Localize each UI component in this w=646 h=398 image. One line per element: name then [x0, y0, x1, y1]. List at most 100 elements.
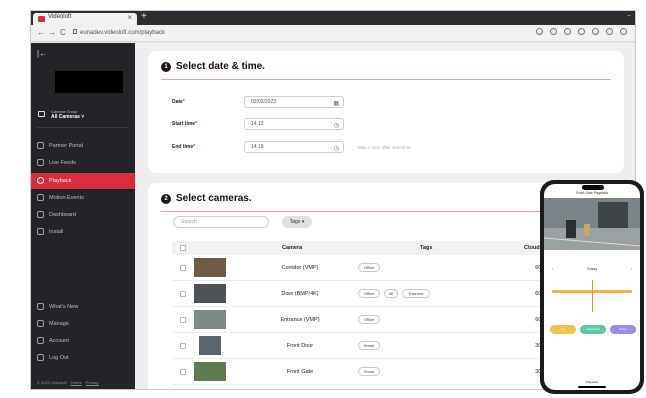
phone-video-feed[interactable] — [544, 198, 640, 250]
extension-icon[interactable] — [564, 28, 571, 35]
phone-title: Front Gate Playback — [576, 191, 608, 195]
camera-group-selector[interactable]: Camera Group All Cameras ˅ — [35, 107, 131, 123]
step-number-badge: 1 — [161, 61, 171, 72]
camera-search-input[interactable]: Search — [173, 216, 269, 228]
sidebar-item-playback[interactable]: Playback — [31, 173, 135, 189]
tag-pill: Office — [358, 263, 380, 272]
collapse-sidebar-icon[interactable]: |← — [37, 49, 47, 58]
end-time-value: 14:18 — [251, 144, 264, 150]
phone-clip-button[interactable]: Clip — [550, 325, 576, 334]
profile-icon[interactable] — [606, 28, 613, 35]
sidebar-item-label: What's New — [49, 304, 79, 310]
sidebar-item-partner-portal[interactable]: Partner Portal — [31, 138, 135, 154]
url-field[interactable]: eunadev.videoloft.com/playback — [73, 28, 533, 39]
url-text: eunadev.videoloft.com/playback — [80, 30, 165, 36]
start-time-label: Start time* — [172, 121, 198, 127]
row-checkbox[interactable] — [180, 265, 186, 271]
forward-button[interactable]: → — [48, 28, 56, 37]
row-checkbox[interactable] — [180, 369, 186, 375]
date-label: Date* — [172, 99, 185, 105]
sidebar-item-label: Manage — [49, 321, 69, 327]
row-checkbox[interactable] — [180, 343, 186, 349]
row-checkbox[interactable] — [180, 291, 186, 297]
motion-icon — [37, 194, 44, 201]
phone-home-indicator — [578, 386, 606, 388]
next-day-icon[interactable]: › — [631, 266, 632, 271]
sidebar-divider — [37, 127, 129, 128]
end-time-field[interactable]: 14:18 ◷ — [244, 141, 344, 153]
column-header-tags: Tags — [420, 245, 433, 251]
camera-thumbnail — [194, 284, 226, 303]
start-time-field[interactable]: 14:13 ◷ — [244, 118, 344, 130]
privacy-link[interactable]: Privacy — [86, 380, 99, 385]
copyright-text: © 2023 Videoloft — [37, 380, 67, 385]
user-icon — [37, 337, 44, 344]
camera-thumbnail — [194, 362, 226, 381]
sidebar-item-whats-new[interactable]: What's New — [31, 299, 135, 315]
sidebar-item-log-out[interactable]: Log Out — [31, 350, 135, 366]
start-time-value: 14:13 — [251, 121, 264, 127]
sidebar-item-label: Install — [49, 229, 64, 235]
date-field[interactable]: 02/02/2023 ▦ — [244, 96, 344, 108]
select-all-checkbox[interactable] — [180, 245, 186, 251]
phone-download-button[interactable]: Download — [580, 325, 606, 334]
sidebar-item-label: Motion Events — [49, 195, 84, 201]
camera-name: Entrance (VMP) — [280, 317, 320, 323]
end-time-label: End time* — [172, 144, 196, 150]
sidebar-item-live-feeds[interactable]: Live Feeds — [31, 155, 135, 171]
tab-close-icon[interactable]: × — [127, 13, 132, 22]
sidebar-item-label: Log Out — [49, 355, 69, 361]
logo-placeholder — [55, 71, 123, 93]
sidebar-item-label: Playback — [49, 178, 72, 184]
calendar-icon[interactable]: ▦ — [333, 99, 339, 109]
phone-timeline-marker[interactable] — [592, 280, 593, 312]
sidebar-item-dashboard[interactable]: Dashboard — [31, 207, 135, 223]
camera-thumbnail — [199, 336, 221, 355]
logout-icon — [37, 354, 44, 361]
camera-name: Front Gate — [286, 369, 314, 375]
back-button[interactable]: ← — [37, 28, 45, 37]
camera-thumbnail — [194, 258, 226, 277]
dashboard-icon — [37, 211, 44, 218]
sidebar-item-manage[interactable]: Manage — [31, 316, 135, 332]
reload-button[interactable]: C — [60, 28, 66, 37]
puzzle-icon[interactable] — [578, 28, 585, 35]
phone-bottom-label: Playback — [585, 380, 599, 384]
camera-group-value: All Cameras ˅ — [51, 114, 85, 120]
clock-icon[interactable]: ◷ — [334, 144, 339, 154]
new-tab-button[interactable]: + — [141, 11, 147, 23]
sidebar-item-label: Live Feeds — [49, 160, 76, 166]
sidebar-item-label: Dashboard — [49, 212, 76, 218]
sidebar-item-label: Partner Portal — [49, 143, 83, 149]
sidebar-item-account[interactable]: Account — [31, 333, 135, 349]
terms-link[interactable]: Terms — [71, 380, 82, 385]
section-divider — [161, 211, 591, 212]
sidebar: |← Camera Group All Cameras ˅ Partner Po… — [31, 43, 135, 389]
minimize-window-button[interactable]: – — [627, 12, 631, 19]
sidepanel-icon[interactable] — [592, 28, 599, 35]
phone-share-button[interactable]: Share — [610, 325, 636, 334]
section-1-title: Select date & time. — [176, 61, 265, 72]
browser-tab[interactable]: Videoloft × — [33, 13, 137, 25]
gear-icon — [37, 320, 44, 327]
sidebar-item-install[interactable]: Install — [31, 224, 135, 240]
end-time-hint: Max 1 hour after start time — [358, 145, 411, 150]
camera-name: Front Door — [286, 343, 314, 349]
clock-icon[interactable]: ◷ — [334, 121, 339, 131]
camera-group-icon — [38, 111, 45, 117]
megaphone-icon — [37, 303, 44, 310]
camera-thumbnail — [194, 310, 226, 329]
tab-strip: Videoloft × + – — [31, 11, 635, 25]
section-2-header: 2 Select cameras. — [161, 193, 252, 204]
clock-icon — [37, 177, 44, 184]
step-number-badge: 2 — [161, 193, 171, 204]
menu-icon[interactable] — [620, 28, 627, 35]
row-checkbox[interactable] — [180, 317, 186, 323]
share-icon[interactable] — [536, 28, 543, 35]
phone-screen: Front Gate Playback ‹ Today › Clip Downl… — [544, 184, 640, 390]
camera-name: Corridor (VMP) — [281, 265, 319, 271]
bookmark-star-icon[interactable] — [550, 28, 557, 35]
sidebar-item-motion-events[interactable]: Motion Events — [31, 190, 135, 206]
tags-filter-button[interactable]: Tags ▾ — [282, 216, 312, 228]
extension-icons — [536, 28, 627, 35]
